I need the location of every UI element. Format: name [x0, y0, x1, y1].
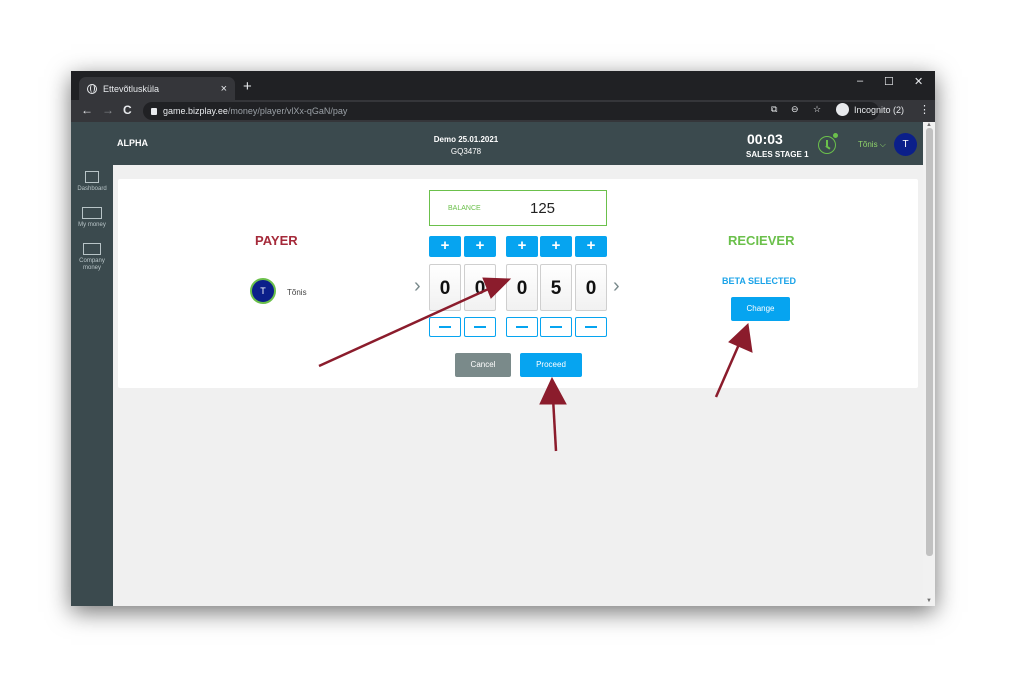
minimize-button[interactable]: –	[857, 75, 863, 87]
receiver-title: RECIEVER	[728, 233, 795, 248]
back-button[interactable]: ←	[81, 103, 93, 117]
sidebar-item-company-money[interactable]: Company money	[71, 243, 113, 272]
balance-value: 125	[530, 200, 556, 217]
browser-toolbar: ← → C game.bizplay.ee/money/player/vlXx-…	[71, 100, 935, 122]
sidebar-item-label: Dashboard	[77, 186, 107, 192]
lock-icon	[151, 108, 157, 115]
payer-name: Tõnis	[287, 288, 307, 297]
decrement-digit-5-button[interactable]	[575, 317, 607, 337]
decrement-digit-2-button[interactable]	[464, 317, 496, 337]
status-dot-icon	[832, 132, 839, 139]
decrement-digit-1-button[interactable]	[429, 317, 461, 337]
tab-close-icon[interactable]: ×	[221, 83, 227, 95]
game-code: GQ3478	[450, 147, 482, 156]
proceed-button[interactable]: Proceed	[520, 353, 582, 377]
payer-avatar: T	[250, 278, 276, 304]
money-icon	[82, 207, 102, 219]
dashboard-icon	[85, 171, 99, 183]
scroll-down-icon[interactable]: ▼	[926, 598, 932, 604]
url-path: /money/player/vlXx-qGaN/pay	[227, 106, 348, 116]
app-viewport: ALPHA Demo 25.01.2021 GQ3478 00:03 SALES…	[71, 122, 935, 606]
browser-tab[interactable]: Ettevõtlusküla ×	[79, 77, 235, 100]
cancel-button[interactable]: Cancel	[455, 353, 511, 377]
reload-button[interactable]: C	[123, 103, 132, 117]
close-window-button[interactable]: ✕	[914, 75, 923, 88]
incognito-label: Incognito (2)	[854, 104, 905, 115]
sidebar-item-label: My money	[78, 222, 106, 228]
tab-strip: Ettevõtlusküla × + – ☐ ✕	[71, 71, 935, 100]
amount-digit: 0	[429, 264, 461, 311]
balance-box: BALANCE 125	[429, 190, 607, 226]
game-title: Demo 25.01.2021	[433, 135, 499, 144]
amount-digit: 0	[575, 264, 607, 311]
incognito-icon	[836, 103, 849, 116]
chevron-left-icon[interactable]: ›	[414, 276, 424, 296]
chevron-right-icon[interactable]: ›	[613, 276, 623, 296]
sidebar-item-dashboard[interactable]: Dashboard	[71, 171, 113, 193]
increment-digit-5-button[interactable]: +	[575, 236, 607, 257]
app-header: ALPHA Demo 25.01.2021 GQ3478 00:03 SALES…	[71, 122, 923, 165]
payment-card: BALANCE 125 PAYER T Tõnis RECIEVER BETA …	[118, 179, 918, 388]
amount-digit: 0	[464, 264, 496, 311]
decrement-digit-4-button[interactable]	[540, 317, 572, 337]
company-money-icon	[83, 243, 101, 255]
increment-digit-2-button[interactable]: +	[464, 236, 496, 257]
game-stage: SALES STAGE 1	[746, 150, 809, 159]
new-tab-button[interactable]: +	[243, 78, 252, 95]
increment-digit-1-button[interactable]: +	[429, 236, 461, 257]
decrement-digit-3-button[interactable]	[506, 317, 538, 337]
amount-digit: 5	[540, 264, 572, 311]
change-receiver-button[interactable]: Change	[731, 297, 790, 321]
scroll-up-icon[interactable]: ▲	[926, 122, 932, 128]
browser-window: Ettevõtlusküla × + – ☐ ✕ ← → C game.bizp…	[71, 71, 935, 606]
sidebar-item-my-money[interactable]: My money	[71, 207, 113, 229]
incognito-indicator[interactable]: Incognito (2)	[836, 103, 904, 116]
globe-icon	[87, 83, 97, 94]
amount-digit: 0	[506, 264, 538, 311]
increment-digit-4-button[interactable]: +	[540, 236, 572, 257]
sidebar-item-label: Company money	[79, 258, 105, 271]
receiver-status: BETA SELECTED	[722, 276, 797, 286]
star-icon[interactable]: ☆	[813, 104, 821, 115]
forward-button[interactable]: →	[102, 103, 114, 117]
maximize-button[interactable]: ☐	[884, 75, 894, 88]
user-menu[interactable]: Tõnis ⌵	[858, 140, 886, 150]
payer-title: PAYER	[255, 233, 298, 248]
zoom-icon[interactable]: ⊖	[791, 104, 799, 115]
scrollbar-thumb[interactable]	[926, 128, 933, 556]
translate-icon[interactable]: ⧉	[771, 104, 777, 115]
user-avatar[interactable]: T	[894, 133, 917, 156]
game-timer: 00:03	[747, 131, 783, 147]
tab-title: Ettevõtlusküla	[103, 83, 160, 94]
sidebar: Dashboard My money Company money	[71, 165, 113, 606]
browser-menu-icon[interactable]: ⋮	[919, 103, 930, 116]
url-host: game.bizplay.ee	[163, 106, 228, 116]
balance-label: BALANCE	[448, 205, 481, 212]
team-name: ALPHA	[117, 138, 148, 148]
increment-digit-3-button[interactable]: +	[506, 236, 538, 257]
address-bar[interactable]: game.bizplay.ee/money/player/vlXx-qGaN/p…	[143, 102, 879, 120]
